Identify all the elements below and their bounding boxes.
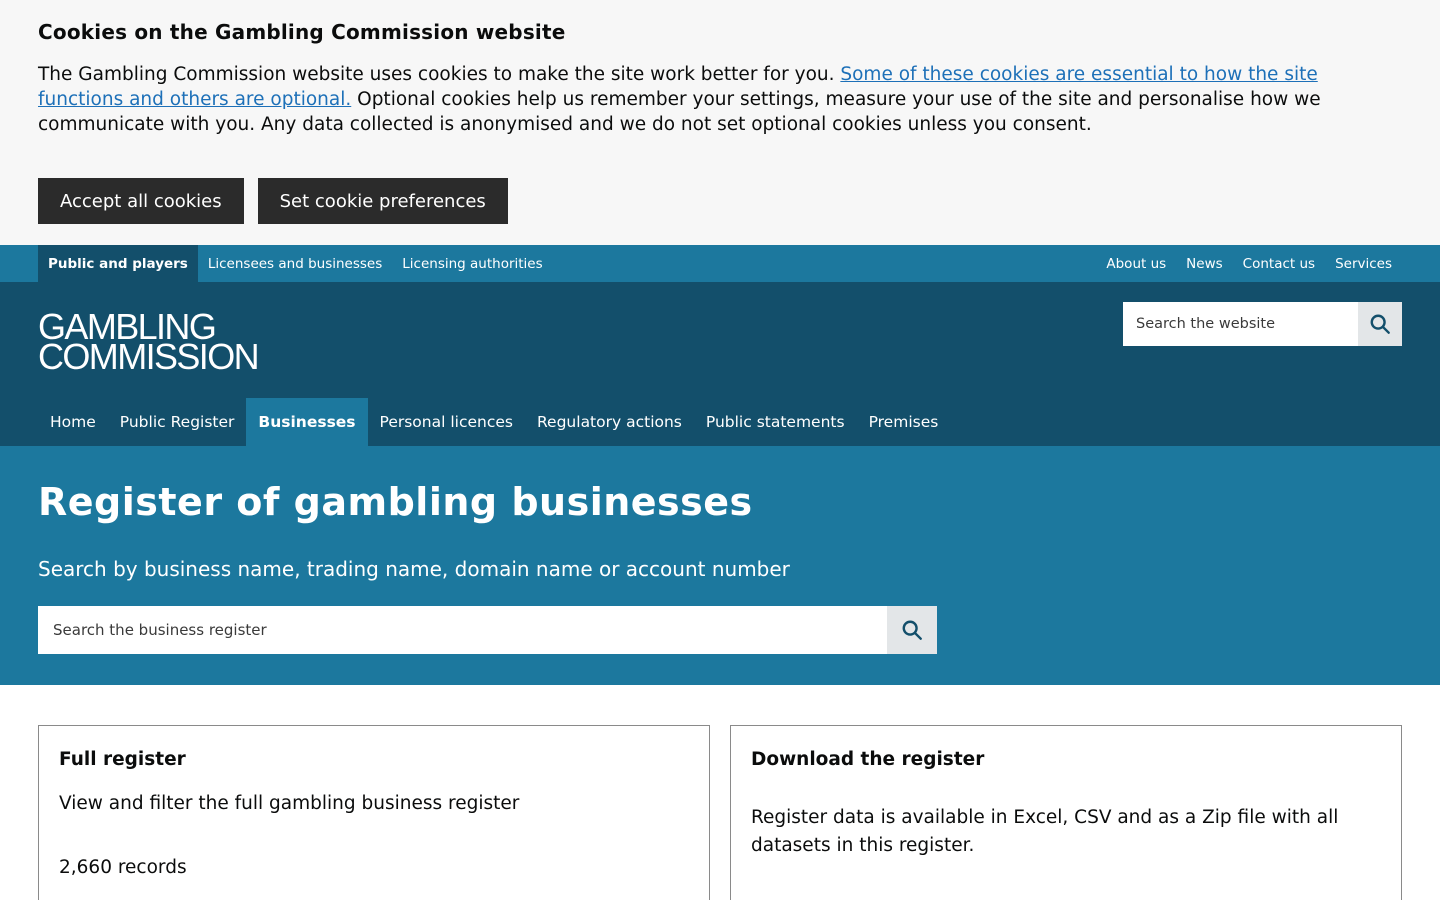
business-register-search	[38, 606, 937, 654]
register-cards: Full register View and filter the full g…	[0, 685, 1440, 900]
site-search-input[interactable]	[1123, 302, 1358, 346]
download-register-title[interactable]: Download the register	[751, 748, 1381, 772]
gambling-commission-logo[interactable]: GAMBLING COMMISSION	[38, 309, 260, 377]
audience-nav-left: Public and players Licensees and busines…	[38, 245, 553, 282]
cookie-buttons: Accept all cookies Set cookie preference…	[38, 178, 1402, 224]
audience-nav: Public and players Licensees and busines…	[0, 245, 1440, 282]
site-header: GAMBLING COMMISSION Home Public Register…	[0, 282, 1440, 446]
nav-home[interactable]: Home	[38, 398, 108, 446]
business-register-search-input[interactable]	[38, 606, 887, 654]
full-register-title[interactable]: Full register	[59, 748, 689, 772]
nav-public-register[interactable]: Public Register	[108, 398, 247, 446]
download-register-card[interactable]: Download the register Register data is a…	[730, 725, 1402, 900]
search-icon	[902, 620, 922, 640]
audience-public-and-players[interactable]: Public and players	[38, 245, 198, 282]
accept-cookies-button[interactable]: Accept all cookies	[38, 178, 244, 224]
full-register-record-count: 2,660 records	[59, 857, 187, 878]
cookie-banner-text: The Gambling Commission website uses coo…	[38, 62, 1402, 137]
site-search-button[interactable]	[1358, 302, 1402, 346]
search-icon	[1370, 314, 1390, 334]
utility-contact-us[interactable]: Contact us	[1233, 245, 1325, 282]
utility-nav-right: About us News Contact us Services	[1096, 245, 1402, 282]
nav-regulatory-actions[interactable]: Regulatory actions	[525, 398, 694, 446]
page-subtitle: Search by business name, trading name, d…	[38, 557, 790, 581]
nav-personal-licences[interactable]: Personal licences	[368, 398, 525, 446]
cookie-preferences-button[interactable]: Set cookie preferences	[257, 178, 508, 224]
cookie-banner: Cookies on the Gambling Commission websi…	[0, 0, 1440, 245]
utility-news[interactable]: News	[1176, 245, 1232, 282]
nav-businesses[interactable]: Businesses	[246, 398, 368, 446]
utility-about-us[interactable]: About us	[1096, 245, 1176, 282]
cookie-text-intro: The Gambling Commission website uses coo…	[38, 64, 841, 85]
page-title: Register of gambling businesses	[38, 480, 753, 524]
nav-public-statements[interactable]: Public statements	[694, 398, 857, 446]
audience-licensees-and-businesses[interactable]: Licensees and businesses	[198, 245, 392, 282]
full-register-card[interactable]: Full register View and filter the full g…	[38, 725, 710, 900]
audience-licensing-authorities[interactable]: Licensing authorities	[392, 245, 552, 282]
logo-line-2: COMMISSION	[38, 336, 260, 377]
cookie-banner-title: Cookies on the Gambling Commission websi…	[38, 20, 566, 44]
hero: Register of gambling businesses Search b…	[0, 446, 1440, 685]
business-register-search-button[interactable]	[887, 606, 937, 654]
register-nav: Home Public Register Businesses Personal…	[38, 398, 950, 446]
site-search	[1123, 302, 1402, 346]
download-register-description: Register data is available in Excel, CSV…	[751, 807, 1339, 856]
utility-services[interactable]: Services	[1325, 245, 1402, 282]
nav-premises[interactable]: Premises	[857, 398, 951, 446]
full-register-description: View and filter the full gambling busine…	[59, 793, 520, 814]
